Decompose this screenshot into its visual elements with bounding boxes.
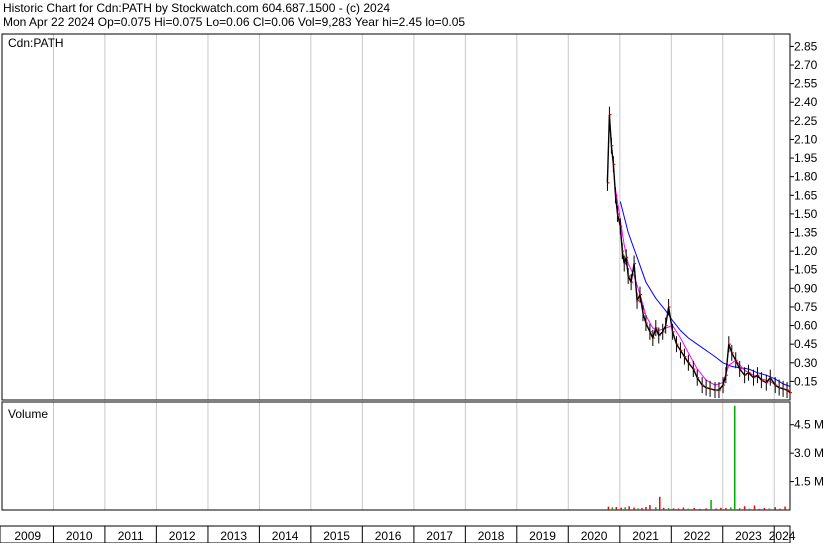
y-tick-label: 2.55: [794, 77, 818, 91]
y-tick-label: 2.10: [794, 132, 818, 146]
x-tick-label: 2015: [323, 529, 350, 543]
y-tick-label: 2.85: [794, 39, 818, 53]
x-tick-label: 2011: [118, 529, 144, 543]
x-tick-label: 2019: [529, 529, 556, 543]
volume-panel-title: Volume: [8, 407, 48, 421]
x-tick-label: 2012: [169, 529, 196, 543]
chart-canvas: Historic Chart for Cdn:PATH by Stockwatc…: [0, 0, 830, 544]
y-tick-label: 1.80: [794, 170, 818, 184]
y-tick-label: 1.50: [794, 207, 818, 221]
y-tick-label: 0.30: [794, 356, 818, 370]
y-tick-label: 0.60: [794, 319, 818, 333]
x-tick-label: 2009: [14, 529, 41, 543]
x-tick-label: 2014: [272, 529, 299, 543]
stockwatch-chart: Historic Chart for Cdn:PATH by Stockwatc…: [0, 0, 830, 544]
volume-y-ticks: 1.5 M 3.0 M 4.5 M: [790, 418, 824, 489]
y-tick-label: 1.35: [794, 226, 818, 240]
y-tick-label: 0.90: [794, 281, 818, 295]
x-tick-label: 2016: [375, 529, 402, 543]
x-tick-label: 2018: [478, 529, 505, 543]
y-tick-label: 2.70: [794, 58, 818, 72]
volume-tick-label: 4.5 M: [794, 418, 824, 432]
y-tick-label: 2.40: [794, 95, 818, 109]
chart-background: [0, 0, 830, 543]
y-tick-label: 1.20: [794, 244, 818, 258]
y-tick-label: 0.45: [794, 337, 818, 351]
x-tick-label: 2010: [66, 529, 93, 543]
x-tick-label: 2022: [684, 529, 711, 543]
price-panel-title: Cdn:PATH: [8, 36, 64, 50]
y-tick-label: 0.75: [794, 300, 818, 314]
x-tick-label: 2021: [632, 529, 659, 543]
y-tick-label: 1.65: [794, 188, 818, 202]
volume-tick-label: 1.5 M: [794, 475, 824, 489]
x-tick-label: 2017: [426, 529, 453, 543]
volume-tick-label: 3.0 M: [794, 446, 824, 460]
y-tick-label: 0.15: [794, 374, 818, 388]
y-tick-label: 1.95: [794, 151, 818, 165]
y-tick-label: 1.05: [794, 263, 818, 277]
x-tick-label: 2020: [581, 529, 608, 543]
y-tick-label: 2.25: [794, 114, 818, 128]
x-tick-label: 2024: [769, 529, 796, 543]
chart-header-line1: Historic Chart for Cdn:PATH by Stockwatc…: [3, 1, 390, 15]
chart-header-line2: Mon Apr 22 2024 Op=0.075 Hi=0.075 Lo=0.0…: [3, 15, 465, 29]
x-tick-label: 2013: [220, 529, 247, 543]
x-tick-label: 2023: [735, 529, 762, 543]
